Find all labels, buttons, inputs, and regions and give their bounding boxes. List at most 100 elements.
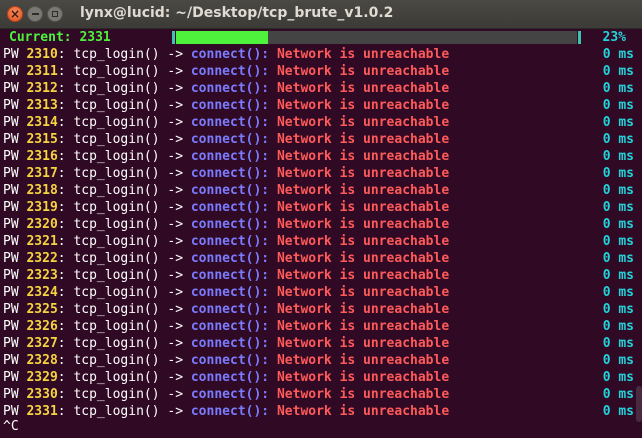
connect-text: connect(): xyxy=(190,217,270,232)
call-text: tcp_login() -> xyxy=(73,115,191,130)
log-prefix: PW xyxy=(3,234,19,249)
password-number: 2315 xyxy=(26,132,58,147)
log-prefix: PW xyxy=(3,387,19,402)
log-line: PW 2310: tcp_login() -> connect(): Netwo… xyxy=(3,47,450,62)
password-number: 2314 xyxy=(26,115,58,130)
error-message: Network is unreachable xyxy=(276,47,450,62)
connect-text: connect(): xyxy=(190,302,270,317)
log-line: PW 2327: tcp_login() -> connect(): Netwo… xyxy=(3,336,450,351)
call-text: tcp_login() -> xyxy=(73,387,191,402)
log-line: PW 2321: tcp_login() -> connect(): Netwo… xyxy=(3,234,450,249)
error-message: Network is unreachable xyxy=(276,217,450,232)
call-text: tcp_login() -> xyxy=(73,234,191,249)
error-message: Network is unreachable xyxy=(276,319,450,334)
password-number: 2331 xyxy=(26,404,58,419)
duration: 0 ms xyxy=(602,81,634,96)
password-number: 2320 xyxy=(26,217,58,232)
call-text: tcp_login() -> xyxy=(73,268,191,283)
error-message: Network is unreachable xyxy=(276,183,450,198)
call-text: tcp_login() -> xyxy=(73,98,191,113)
duration: 0 ms xyxy=(602,370,634,385)
call-text: tcp_login() -> xyxy=(73,319,191,334)
duration: 0 ms xyxy=(602,183,634,198)
duration: 0 ms xyxy=(602,234,634,249)
connect-text: connect(): xyxy=(190,370,270,385)
call-text: tcp_login() -> xyxy=(73,132,191,147)
password-number: 2326 xyxy=(26,319,58,334)
duration: 0 ms xyxy=(602,336,634,351)
progress-bar-right-cap xyxy=(578,31,581,44)
password-number: 2330 xyxy=(26,387,58,402)
connect-text: connect(): xyxy=(190,285,270,300)
connect-text: connect(): xyxy=(190,251,270,266)
call-text: tcp_login() -> xyxy=(73,217,191,232)
password-number: 2316 xyxy=(26,149,58,164)
error-message: Network is unreachable xyxy=(276,302,450,317)
log-prefix: PW xyxy=(3,200,19,215)
call-text: tcp_login() -> xyxy=(73,251,191,266)
duration: 0 ms xyxy=(602,115,634,130)
interrupt-line: ^C xyxy=(3,419,19,434)
call-text: tcp_login() -> xyxy=(73,200,191,215)
scrollbar[interactable] xyxy=(636,386,642,422)
password-number: 2313 xyxy=(26,98,58,113)
error-message: Network is unreachable xyxy=(276,251,450,266)
call-text: tcp_login() -> xyxy=(73,47,191,62)
password-number: 2325 xyxy=(26,302,58,317)
duration: 0 ms xyxy=(602,200,634,215)
log-line: PW 2331: tcp_login() -> connect(): Netwo… xyxy=(3,404,450,419)
progress-bar-fill xyxy=(176,31,269,44)
error-message: Network is unreachable xyxy=(276,166,450,181)
maximize-button[interactable] xyxy=(47,6,63,22)
duration: 0 ms xyxy=(602,251,634,266)
password-number: 2323 xyxy=(26,268,58,283)
log-line: PW 2329: tcp_login() -> connect(): Netwo… xyxy=(3,370,450,385)
password-number: 2321 xyxy=(26,234,58,249)
call-text: tcp_login() -> xyxy=(73,404,191,419)
error-message: Network is unreachable xyxy=(276,353,450,368)
log-prefix: PW xyxy=(3,81,19,96)
maximize-icon xyxy=(52,11,58,17)
minimize-button[interactable] xyxy=(27,6,43,22)
connect-text: connect(): xyxy=(190,234,270,249)
log-prefix: PW xyxy=(3,285,19,300)
log-line: PW 2313: tcp_login() -> connect(): Netwo… xyxy=(3,98,450,113)
error-message: Network is unreachable xyxy=(276,115,450,130)
connect-text: connect(): xyxy=(190,353,270,368)
log-line: PW 2311: tcp_login() -> connect(): Netwo… xyxy=(3,64,450,79)
log-line: PW 2326: tcp_login() -> connect(): Netwo… xyxy=(3,319,450,334)
close-button[interactable]: × xyxy=(7,6,23,22)
close-icon: × xyxy=(9,7,21,21)
log-line: PW 2325: tcp_login() -> connect(): Netwo… xyxy=(3,302,450,317)
log-prefix: PW xyxy=(3,353,19,368)
progress-percent: 23% xyxy=(602,30,626,45)
connect-text: connect(): xyxy=(190,387,270,402)
log-line: PW 2315: tcp_login() -> connect(): Netwo… xyxy=(3,132,450,147)
log-line: PW 2318: tcp_login() -> connect(): Netwo… xyxy=(3,183,450,198)
password-number: 2322 xyxy=(26,251,58,266)
connect-text: connect(): xyxy=(190,115,270,130)
log-line: PW 2330: tcp_login() -> connect(): Netwo… xyxy=(3,387,450,402)
log-prefix: PW xyxy=(3,132,19,147)
duration: 0 ms xyxy=(602,64,634,79)
duration: 0 ms xyxy=(602,387,634,402)
error-message: Network is unreachable xyxy=(276,81,450,96)
duration: 0 ms xyxy=(602,166,634,181)
duration: 0 ms xyxy=(602,285,634,300)
log-line: PW 2312: tcp_login() -> connect(): Netwo… xyxy=(3,81,450,96)
password-number: 2317 xyxy=(26,166,58,181)
title-bar[interactable]: × lynx@lucid: ~/Desktop/tcp_brute_v1.0.2 xyxy=(0,0,642,29)
log-prefix: PW xyxy=(3,115,19,130)
password-number: 2319 xyxy=(26,200,58,215)
duration: 0 ms xyxy=(602,47,634,62)
progress-bar-left-cap xyxy=(172,31,175,44)
connect-text: connect(): xyxy=(190,183,270,198)
log-prefix: PW xyxy=(3,336,19,351)
password-number: 2324 xyxy=(26,285,58,300)
log-prefix: PW xyxy=(3,302,19,317)
call-text: tcp_login() -> xyxy=(73,166,191,181)
terminal-window: × lynx@lucid: ~/Desktop/tcp_brute_v1.0.2… xyxy=(0,0,642,438)
connect-text: connect(): xyxy=(190,336,270,351)
duration: 0 ms xyxy=(602,268,634,283)
error-message: Network is unreachable xyxy=(276,200,450,215)
